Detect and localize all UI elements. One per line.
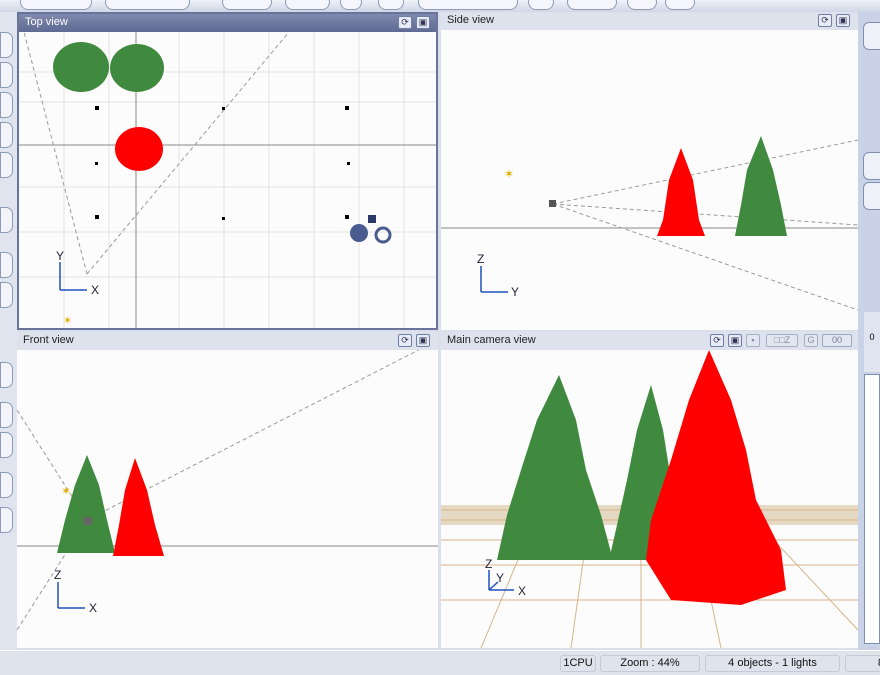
panel-button[interactable] bbox=[863, 22, 880, 50]
edit-toolbar-group[interactable] bbox=[105, 0, 190, 10]
tree-camera-red bbox=[646, 350, 786, 605]
help-button[interactable] bbox=[665, 0, 695, 10]
panel-button[interactable] bbox=[863, 182, 880, 210]
tree-front-green bbox=[57, 455, 115, 553]
maximize-view-icon[interactable]: ▣ bbox=[416, 334, 430, 347]
frame-counter[interactable]: 00 bbox=[822, 334, 852, 347]
tree-side-red bbox=[657, 148, 705, 236]
axis-label-y: Y bbox=[496, 571, 504, 585]
properties-panel[interactable] bbox=[864, 374, 880, 644]
camera-icon bbox=[83, 517, 92, 525]
viewport-canvas[interactable]: ✶ Z X bbox=[17, 350, 438, 648]
light-icon: ✶ bbox=[61, 484, 71, 498]
view-menu-icon[interactable]: ⟳ bbox=[398, 16, 412, 29]
tree-top-red bbox=[115, 127, 163, 171]
tool-button[interactable] bbox=[0, 362, 13, 388]
save-icon[interactable]: ▪ bbox=[746, 334, 760, 347]
main-toolbar bbox=[0, 0, 880, 12]
tree-front-red bbox=[113, 458, 164, 556]
viewport-header: Front view ⟳ ▣ bbox=[17, 332, 438, 350]
extra-status: 8 bbox=[845, 655, 880, 672]
tool-button[interactable] bbox=[0, 402, 13, 428]
axis-label-x: X bbox=[89, 601, 97, 615]
axis-label-z: Z bbox=[485, 557, 492, 571]
side-viewport[interactable]: Side view ⟳ ▣ ✶ Z Y bbox=[441, 12, 858, 330]
axis-label-z: Z bbox=[54, 568, 61, 582]
tool-button[interactable] bbox=[0, 92, 13, 118]
select-toolbar-group[interactable] bbox=[222, 0, 272, 10]
viewport-header: Main camera view ⟳ ▣ ▪ □□Z G 00 bbox=[441, 332, 858, 350]
left-toolbar bbox=[0, 12, 17, 650]
view-menu-icon[interactable]: ⟳ bbox=[710, 334, 724, 347]
layout-toolbar-group[interactable] bbox=[567, 0, 617, 10]
view-menu-icon[interactable]: ⟳ bbox=[818, 14, 832, 27]
file-toolbar-group[interactable] bbox=[20, 0, 92, 10]
time-value: 0 bbox=[869, 332, 875, 342]
tool-button[interactable] bbox=[0, 152, 13, 178]
scene-status: 4 objects - 1 lights bbox=[705, 655, 840, 672]
render-button[interactable] bbox=[340, 0, 362, 10]
axis-label-y: Y bbox=[56, 249, 64, 263]
display-mode-icon[interactable]: □□Z bbox=[766, 334, 798, 347]
axis-label-z: Z bbox=[477, 252, 484, 266]
tool-button[interactable] bbox=[378, 0, 404, 10]
viewport-title: Main camera view bbox=[447, 334, 536, 346]
axis-label-y: Y bbox=[511, 285, 519, 299]
frame-counter-value: 00 bbox=[831, 335, 842, 345]
tool-button[interactable] bbox=[0, 282, 13, 308]
light-icon: ✶ bbox=[504, 167, 514, 181]
maximize-view-icon[interactable]: ▣ bbox=[728, 334, 742, 347]
viewport-title: Side view bbox=[447, 14, 495, 26]
viewport-header: Side view ⟳ ▣ bbox=[441, 12, 858, 30]
front-viewport[interactable]: Front view ⟳ ▣ ✶ Z X bbox=[17, 332, 438, 648]
axis-label-x: X bbox=[518, 584, 526, 598]
viewport-header: Top view ⟳ ▣ bbox=[19, 14, 436, 32]
view-menu-icon[interactable]: ⟳ bbox=[398, 334, 412, 347]
panel-button[interactable] bbox=[863, 152, 880, 180]
right-panel: 0 bbox=[858, 12, 880, 650]
zoom-status: Zoom : 44% bbox=[600, 655, 700, 672]
tool-button[interactable] bbox=[0, 62, 13, 88]
light-icon: ✶ bbox=[63, 315, 72, 327]
top-viewport[interactable]: Top view ⟳ ▣ Y X ✶ bbox=[17, 12, 438, 330]
viewport-canvas[interactable]: Z Y X bbox=[441, 350, 858, 648]
maximize-view-icon[interactable]: ▣ bbox=[416, 16, 430, 29]
tool-button[interactable] bbox=[0, 507, 13, 533]
viewport-canvas[interactable]: ✶ Z Y bbox=[441, 30, 858, 330]
tool-button[interactable] bbox=[0, 122, 13, 148]
cpu-status: 1CPU bbox=[560, 655, 596, 672]
camera-viewport[interactable]: Main camera view ⟳ ▣ ▪ □□Z G 00 Z Y X bbox=[441, 332, 858, 648]
tree-camera-green-left bbox=[497, 375, 613, 560]
viewport-title: Front view bbox=[23, 334, 74, 346]
object-toolbar-group[interactable] bbox=[285, 0, 330, 10]
options-button[interactable] bbox=[627, 0, 657, 10]
navigation-gizmo-icon[interactable] bbox=[350, 215, 392, 244]
time-control[interactable]: 0 bbox=[864, 312, 880, 372]
render-icon[interactable]: G bbox=[804, 334, 818, 347]
viewport-title: Top view bbox=[25, 16, 68, 28]
tool-button[interactable] bbox=[0, 207, 13, 233]
axis-label-x: X bbox=[91, 283, 99, 297]
tool-button[interactable] bbox=[0, 32, 13, 58]
viewport-canvas[interactable]: Y X ✶ bbox=[19, 32, 436, 328]
tool-button[interactable] bbox=[0, 472, 13, 498]
zoom-toolbar-group[interactable] bbox=[418, 0, 518, 10]
status-bar: 1CPU Zoom : 44% 4 objects - 1 lights 8 bbox=[0, 650, 880, 675]
tool-button[interactable] bbox=[0, 252, 13, 278]
maximize-view-icon[interactable]: ▣ bbox=[836, 14, 850, 27]
camera-icon bbox=[549, 200, 556, 207]
tree-side-green bbox=[735, 136, 787, 236]
view-button[interactable] bbox=[528, 0, 554, 10]
tool-button[interactable] bbox=[0, 432, 13, 458]
